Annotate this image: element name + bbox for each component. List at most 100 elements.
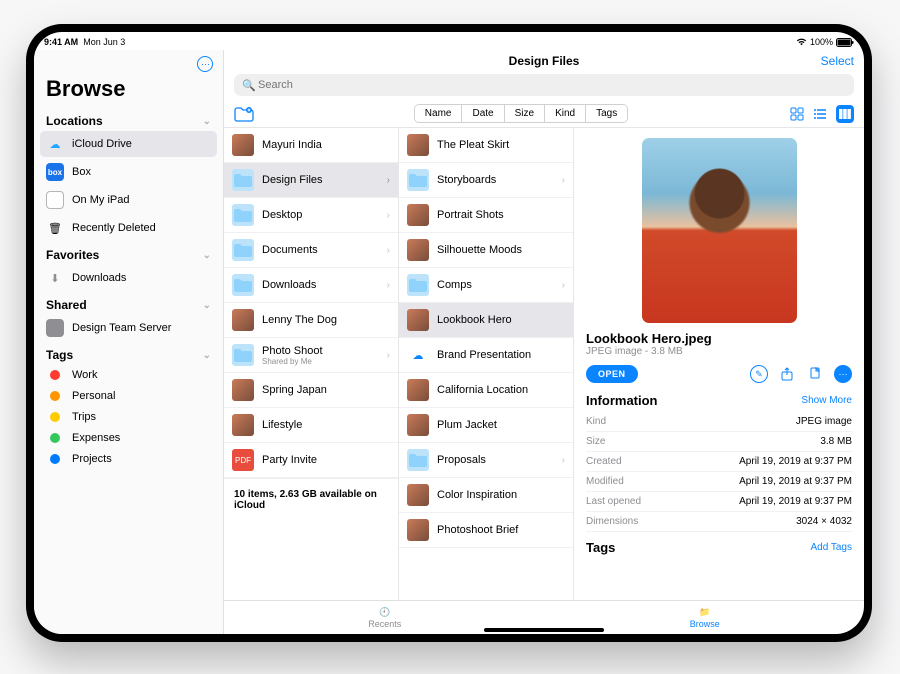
info-key: Modified [586,476,624,487]
section-shared[interactable]: Shared⌄ [40,292,217,314]
sidebar-tag-trips[interactable]: Trips [40,407,217,427]
image-thumbnail [232,309,254,331]
folder-icon [407,449,429,471]
file-row[interactable]: Lifestyle [224,408,398,443]
tab-browse[interactable]: 📁 Browse [690,607,720,629]
file-row[interactable]: Comps› [399,268,573,303]
page-title: Design Files [224,54,864,68]
file-row[interactable]: Plum Jacket [399,408,573,443]
sidebar-tag-personal[interactable]: Personal [40,386,217,406]
markup-icon[interactable]: ✎ [750,365,768,383]
file-row[interactable]: The Pleat Skirt [399,128,573,163]
sidebar-item-downloads[interactable]: ⬇︎ Downloads [40,265,217,291]
tag-color-icon [50,454,60,464]
section-favorites[interactable]: Favorites⌄ [40,242,217,264]
tags-heading: Tags [586,540,615,555]
file-preview[interactable] [642,138,797,323]
more-actions-icon[interactable]: ⋯ [834,365,852,383]
file-row[interactable]: ☁︎Brand Presentation [399,338,573,373]
view-list-button[interactable] [812,105,830,123]
sort-tags[interactable]: Tags [586,105,627,122]
server-icon [46,319,64,337]
sidebar-item-on-my-ipad[interactable]: On My iPad [40,187,217,213]
search-input[interactable] [234,74,854,96]
sidebar-item-label: Trips [72,411,96,423]
file-row[interactable]: Storyboards› [399,163,573,198]
chevron-down-icon: ⌄ [203,116,211,127]
chevron-down-icon: ⌄ [203,300,211,311]
chevron-right-icon: › [387,245,390,256]
image-thumbnail [407,309,429,331]
more-options-button[interactable]: ⋯ [197,56,213,72]
info-key: Last opened [586,496,641,507]
sidebar-tag-work[interactable]: Work [40,365,217,385]
sidebar-tag-projects[interactable]: Projects [40,449,217,469]
open-button[interactable]: OPEN [586,365,638,383]
chevron-down-icon: ⌄ [203,350,211,361]
info-value: 3.8 MB [820,436,852,447]
tab-recents[interactable]: 🕘 Recents [368,607,401,629]
file-row[interactable]: Downloads› [224,268,398,303]
image-thumbnail [407,379,429,401]
sort-kind[interactable]: Kind [545,105,586,122]
section-tags[interactable]: Tags⌄ [40,342,217,364]
sort-size[interactable]: Size [505,105,545,122]
sidebar-item-design-team-server[interactable]: Design Team Server [40,315,217,341]
file-row[interactable]: California Location [399,373,573,408]
file-row[interactable]: Spring Japan [224,373,398,408]
add-tags-link[interactable]: Add Tags [810,542,852,553]
file-row[interactable]: Silhouette Moods [399,233,573,268]
home-indicator[interactable] [484,628,604,632]
file-name-label: Silhouette Moods [437,244,565,256]
file-name-label: Desktop [262,209,379,221]
file-name-label: The Pleat Skirt [437,139,565,151]
section-locations[interactable]: Locations⌄ [40,108,217,130]
status-time: 9:41 AM [44,37,78,47]
file-row[interactable]: Mayuri India [224,128,398,163]
sidebar-tag-expenses[interactable]: Expenses [40,428,217,448]
file-name-label: Storyboards [437,174,554,186]
clock-icon: 🕘 [379,607,390,618]
sidebar-item-label: Downloads [72,272,126,284]
sort-name[interactable]: Name [415,105,463,122]
file-row[interactable]: Lenny The Dog [224,303,398,338]
sidebar-item-icloud-drive[interactable]: ☁︎ iCloud Drive [40,131,217,157]
file-subtitle: JPEG image - 3.8 MB [586,346,852,357]
file-row[interactable]: Design Files› [224,163,398,198]
share-icon[interactable] [778,365,796,383]
sidebar: ⋯ Browse Locations⌄ ☁︎ iCloud Drive box … [34,50,224,634]
duplicate-icon[interactable] [806,365,824,383]
file-row[interactable]: Proposals› [399,443,573,478]
sidebar-item-label: On My iPad [72,194,129,206]
new-folder-button[interactable] [234,106,254,122]
file-name-label: Photo ShootShared by Me [262,345,379,366]
file-row[interactable]: Portrait Shots [399,198,573,233]
file-name-label: Color Inspiration [437,489,565,501]
file-row[interactable]: Documents› [224,233,398,268]
tab-bar: 🕘 Recents 📁 Browse [224,600,864,634]
file-row[interactable]: Lookbook Hero [399,303,573,338]
image-thumbnail [407,519,429,541]
sidebar-item-box[interactable]: box Box [40,159,217,185]
content: Design Files Select 🔍 Name Date Size Kin… [224,50,864,634]
image-thumbnail [407,204,429,226]
chevron-right-icon: › [387,350,390,361]
sidebar-item-label: Recently Deleted [72,222,156,234]
select-button[interactable]: Select [821,54,854,68]
folder-icon [232,274,254,296]
sidebar-item-label: Box [72,166,91,178]
file-row[interactable]: Desktop› [224,198,398,233]
show-more-link[interactable]: Show More [801,395,852,406]
sidebar-item-recently-deleted[interactable]: 🗑 Recently Deleted [40,215,217,241]
file-row[interactable]: PDFParty Invite [224,443,398,478]
sort-date[interactable]: Date [462,105,504,122]
column-footer: 10 items, 2.63 GB available on iCloud [224,478,398,521]
view-column-button[interactable] [836,105,854,123]
folder-icon [407,274,429,296]
file-row[interactable]: Photo ShootShared by Me › [224,338,398,373]
file-row[interactable]: Photoshoot Brief [399,513,573,548]
view-grid-button[interactable] [788,105,806,123]
file-row[interactable]: Color Inspiration [399,478,573,513]
image-thumbnail [407,134,429,156]
folder-icon: 📁 [699,607,710,618]
